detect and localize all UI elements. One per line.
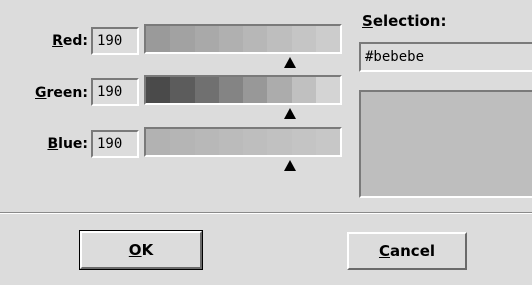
blue-scale-cell <box>291 129 316 155</box>
selection-label: Selection: <box>362 12 447 30</box>
red-label: Red: <box>52 33 88 49</box>
blue-scale-cell <box>243 129 268 155</box>
green-scale-cell <box>267 77 292 103</box>
blue-scale-cell <box>170 129 195 155</box>
blue-value-field[interactable]: 190 <box>91 130 139 158</box>
green-scale-cell <box>194 77 219 103</box>
green-slider-marker[interactable] <box>284 108 296 119</box>
blue-scale-cell <box>218 129 243 155</box>
green-scale-cell <box>243 77 268 103</box>
blue-slider-marker[interactable] <box>284 160 296 171</box>
green-scale-cell <box>218 77 243 103</box>
blue-label: Blue: <box>47 136 88 152</box>
green-value-field[interactable]: 190 <box>91 78 139 106</box>
red-value-field[interactable]: 190 <box>91 27 139 55</box>
red-slider-marker[interactable] <box>284 57 296 68</box>
blue-scale-cell <box>267 129 292 155</box>
red-scale-cell <box>243 26 268 52</box>
cancel-button[interactable]: Cancel <box>347 232 467 270</box>
red-scale-cell <box>267 26 292 52</box>
blue-scale[interactable] <box>144 127 342 157</box>
red-scale-cell <box>170 26 195 52</box>
red-scale[interactable] <box>144 24 342 54</box>
green-label: Green: <box>35 85 88 101</box>
blue-scale-cell <box>315 129 340 155</box>
ok-button[interactable]: OK <box>79 230 203 270</box>
red-scale-cell <box>218 26 243 52</box>
green-scale-cell <box>170 77 195 103</box>
green-scale-cell <box>146 77 171 103</box>
red-scale-cell <box>146 26 171 52</box>
color-swatch <box>359 90 532 198</box>
green-scale[interactable] <box>144 75 342 105</box>
red-scale-cell <box>291 26 316 52</box>
red-scale-cell <box>194 26 219 52</box>
red-scale-cell <box>315 26 340 52</box>
blue-scale-cell <box>194 129 219 155</box>
selection-input[interactable]: #bebebe <box>359 42 532 72</box>
green-scale-cell <box>291 77 316 103</box>
blue-scale-cell <box>146 129 171 155</box>
green-scale-cell <box>315 77 340 103</box>
